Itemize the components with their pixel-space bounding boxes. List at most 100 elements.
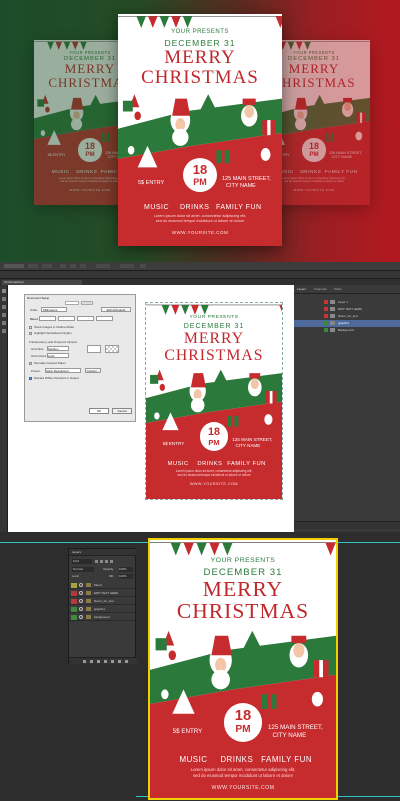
bleed-top-field[interactable] xyxy=(39,316,56,321)
highlight-glyphs-checkbox[interactable] xyxy=(29,332,32,335)
discard-white-label: Discard White Overprint in Output xyxy=(34,376,79,380)
mask-icon[interactable] xyxy=(97,660,100,663)
lasso-tool-icon[interactable] xyxy=(2,305,6,309)
flyer-entry: 5$ ENTRY xyxy=(138,180,165,186)
visibility-eye-icon[interactable] xyxy=(79,607,83,611)
flyer-address-line2: CITY NAME xyxy=(272,731,307,739)
brush-tool-icon[interactable] xyxy=(2,321,6,325)
filter-shape-icon[interactable] xyxy=(110,560,113,563)
ok-button[interactable]: OK xyxy=(89,408,109,414)
bleed-label: Bleed: xyxy=(30,317,39,321)
tab-general[interactable] xyxy=(65,301,79,305)
layer-row[interactable]: flower_for_text xyxy=(294,313,400,320)
grid-colors-select[interactable]: Light xyxy=(47,353,69,358)
opacity-field[interactable]: 100% xyxy=(119,567,133,572)
tab-bleed[interactable] xyxy=(81,301,93,305)
crop-tool-icon[interactable] xyxy=(2,313,6,317)
outline-mode-checkbox[interactable] xyxy=(29,326,32,329)
flyer-entry: 5$ ENTRY xyxy=(162,440,185,446)
type-tool-icon[interactable] xyxy=(2,329,6,333)
filter-adjust-icon[interactable] xyxy=(100,560,103,563)
simulate-paper-checkbox[interactable] xyxy=(29,362,32,365)
flyer-time-unit: PM xyxy=(235,723,251,735)
flyer-feature-drinks: DRINKS xyxy=(220,755,254,765)
visibility-eye-icon[interactable] xyxy=(79,615,83,619)
layers-panel-right: Layers Channels Paths Layer 1 EDIT TEXT … xyxy=(294,285,400,532)
flyer-presentation: YOUR PRESENTS DECEMBER 31 MERRY CHRISTMA… xyxy=(0,0,400,262)
kind-filter[interactable]: Kind xyxy=(72,559,92,564)
units-select[interactable]: Millimeters xyxy=(41,307,67,312)
flyer-time-unit: PM xyxy=(208,437,220,447)
dialog-title: Document Setup xyxy=(27,296,50,300)
discard-white-checkbox[interactable] xyxy=(29,377,32,380)
layer-row[interactable]: EDIT TEXT HERE xyxy=(69,590,135,597)
bleed-right-field[interactable] xyxy=(96,316,113,321)
adjustment-icon[interactable] xyxy=(104,660,107,663)
link-layers-icon[interactable] xyxy=(83,660,86,663)
app-menu-bar xyxy=(0,262,400,271)
grid-colors-label: Grid Colors: xyxy=(31,354,48,358)
panel-tab-channels[interactable]: Channels xyxy=(314,287,327,291)
bleed-bottom-field[interactable] xyxy=(58,316,75,321)
grid-size-label: Grid Size: xyxy=(31,347,45,351)
layer-name: EDIT TEXT HERE xyxy=(94,591,119,595)
flyer-lorem-line2: sed do eiusmod tempor incididunt ut labo… xyxy=(155,219,245,223)
flyer-title-christmas: CHRISTMAS xyxy=(164,346,264,364)
flyer-feature-music: MUSIC xyxy=(51,169,70,175)
layer-row[interactable]: background xyxy=(69,614,135,621)
layer-row[interactable]: flower_for_text xyxy=(69,598,135,605)
layer-row[interactable]: Layer 1 xyxy=(294,299,400,306)
layer-row[interactable]: Background xyxy=(294,327,400,334)
visibility-eye-icon[interactable] xyxy=(79,591,83,595)
layers-panel-footer xyxy=(69,657,137,664)
layer-row[interactable]: graphics xyxy=(69,606,135,613)
panel-tab-paths[interactable]: Paths xyxy=(334,287,342,291)
filter-type-icon[interactable] xyxy=(105,560,108,563)
flyer-presents: YOUR PRESENTS xyxy=(210,557,276,564)
flyer-lorem-line1: Lorem ipsum dolor sit amet, consectetur … xyxy=(190,766,296,772)
layer-name: flower_for_text xyxy=(94,599,114,603)
flyer-time-number: 18 xyxy=(309,141,319,152)
flyer-feature-music: MUSIC xyxy=(167,460,189,467)
filter-pixel-icon[interactable] xyxy=(95,560,98,563)
flyer-time-number: 18 xyxy=(85,141,95,152)
layer-row[interactable]: Mood xyxy=(69,582,135,589)
flyer-time-unit: PM xyxy=(85,151,95,159)
blend-mode-select[interactable]: Normal xyxy=(72,567,94,572)
layer-row[interactable]: EDIT TEXT HERE xyxy=(294,306,400,313)
visibility-eye-icon[interactable] xyxy=(79,599,83,603)
fx-icon[interactable] xyxy=(90,660,93,663)
flyer-address-line1: 125 MAIN STREET, xyxy=(222,176,271,182)
flyer-time-badge: 18 PM xyxy=(78,138,102,162)
simulate-paper-label: Simulate Colored Paper xyxy=(34,361,66,365)
grid-size-select[interactable]: Medium xyxy=(47,346,69,351)
flyer-title-christmas: CHRISTMAS xyxy=(141,67,259,88)
fill-field[interactable]: 100% xyxy=(119,574,133,579)
layers-panel-title: Layers xyxy=(72,550,82,554)
folder-icon xyxy=(86,615,91,619)
bleed-left-field[interactable] xyxy=(77,316,94,321)
new-layer-icon[interactable] xyxy=(118,660,121,663)
flyer-feature-family: FAMILY FUN xyxy=(261,755,313,765)
layer-row-selected[interactable]: graphics xyxy=(294,320,400,327)
grid-color-swatch-light[interactable] xyxy=(87,345,101,353)
panel-tab-layers[interactable]: Layers xyxy=(297,287,306,291)
opacity-label: Opacity: xyxy=(103,567,115,571)
flyer-title-merry: MERRY xyxy=(202,576,284,601)
move-tool-icon[interactable] xyxy=(2,289,6,293)
preset-select[interactable]: [High Resolution] xyxy=(45,368,81,373)
flyer-title-merry: MERRY xyxy=(164,47,236,68)
cancel-button[interactable]: Cancel xyxy=(112,408,132,414)
flyer-time-number: 18 xyxy=(234,707,252,724)
custom-button[interactable]: Custom... xyxy=(85,368,101,373)
lock-label: Lock: xyxy=(72,574,80,578)
flyer-time-badge: 18 PM xyxy=(302,138,326,162)
visibility-eye-icon[interactable] xyxy=(79,583,83,587)
flyer-time-badge: 18 PM xyxy=(183,158,217,192)
flyer-title-merry: MERRY xyxy=(183,330,245,348)
trash-icon[interactable] xyxy=(125,660,128,663)
flyer-title-christmas: CHRISTMAS xyxy=(176,599,310,624)
new-group-icon[interactable] xyxy=(111,660,114,663)
edit-artboards-button[interactable]: Edit Artboards xyxy=(101,307,131,312)
marquee-tool-icon[interactable] xyxy=(2,297,6,301)
